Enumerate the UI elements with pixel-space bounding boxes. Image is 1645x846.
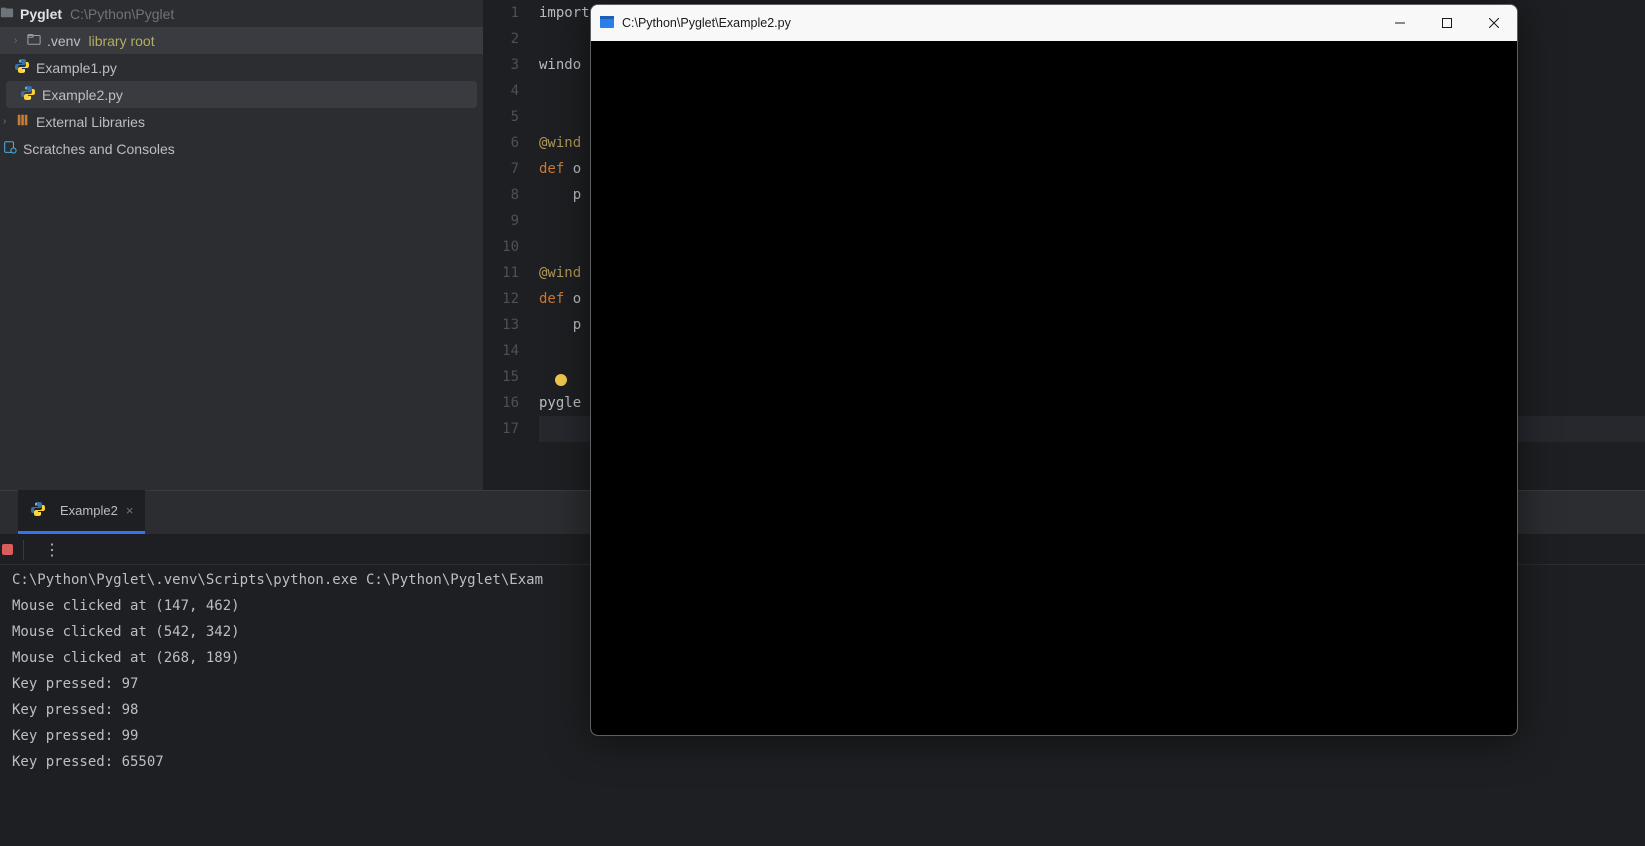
library-icon — [16, 113, 36, 130]
venv-label: library root — [88, 33, 154, 49]
app-icon — [599, 14, 622, 33]
python-icon — [20, 85, 42, 104]
project-path: C:\Python\Pyglet — [70, 6, 174, 22]
file-name: Example2.py — [42, 87, 123, 103]
run-tab-example2[interactable]: Example2 × — [18, 490, 145, 534]
window-title: C:\Python\Pyglet\Example2.py — [622, 16, 791, 30]
chevron-right-icon: › — [14, 35, 24, 46]
scratches-consoles[interactable]: Scratches and Consoles — [0, 135, 483, 162]
console-line: Key pressed: 65507 — [12, 749, 1645, 775]
window-titlebar[interactable]: C:\Python\Pyglet\Example2.py — [591, 5, 1517, 41]
scratches-icon — [3, 140, 23, 157]
minimize-button[interactable] — [1376, 5, 1423, 41]
project-sidebar: Pyglet C:\Python\Pyglet › .venv library … — [0, 0, 483, 490]
line-gutter: 1234567891011121314151617 — [483, 0, 539, 490]
folder-icon — [27, 32, 47, 49]
python-icon — [30, 501, 52, 520]
file-example2[interactable]: Example2.py — [6, 81, 477, 108]
pyglet-app-window: C:\Python\Pyglet\Example2.py — [590, 4, 1518, 736]
file-name: Example1.py — [36, 60, 117, 76]
stop-button[interactable] — [2, 544, 13, 555]
venv-folder[interactable]: › .venv library root — [0, 27, 483, 54]
project-root[interactable]: Pyglet C:\Python\Pyglet — [0, 0, 483, 27]
run-tab-label: Example2 — [60, 503, 118, 518]
close-icon[interactable]: × — [126, 503, 134, 518]
external-libs-label: External Libraries — [36, 114, 145, 130]
intention-bulb-icon[interactable] — [555, 374, 567, 386]
close-button[interactable] — [1470, 5, 1517, 41]
project-name: Pyglet — [20, 6, 62, 22]
chevron-right-icon: › — [3, 116, 13, 127]
venv-name: .venv — [47, 33, 80, 49]
python-icon — [14, 58, 36, 77]
maximize-button[interactable] — [1423, 5, 1470, 41]
external-libraries[interactable]: › External Libraries — [0, 108, 483, 135]
file-example1[interactable]: Example1.py — [0, 54, 483, 81]
more-icon[interactable]: ⋮ — [34, 540, 60, 560]
scratches-label: Scratches and Consoles — [23, 141, 175, 157]
pyglet-canvas[interactable] — [591, 41, 1517, 735]
folder-icon — [0, 5, 20, 22]
